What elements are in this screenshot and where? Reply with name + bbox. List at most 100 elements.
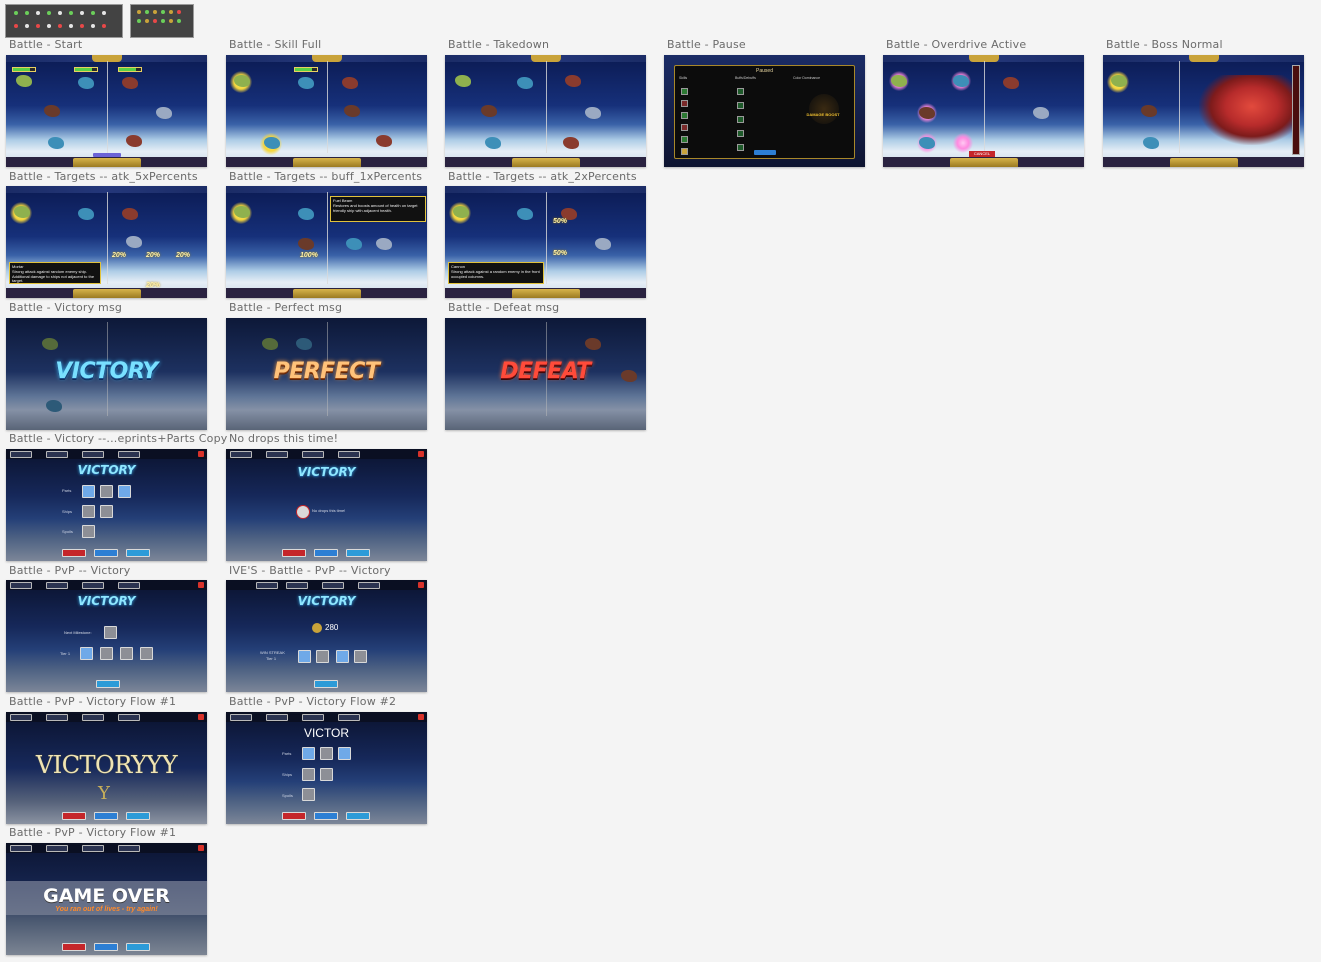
skill-bar[interactable] (511, 289, 580, 298)
reward-slot[interactable] (320, 768, 333, 781)
reward-slot[interactable] (302, 788, 315, 801)
close-icon[interactable] (198, 714, 204, 720)
skill-bar[interactable] (72, 289, 141, 298)
skill-bar[interactable] (292, 158, 361, 167)
target-percent: 20% (146, 252, 161, 259)
ship-sprite (485, 137, 501, 149)
dominance-column-header: Color Dominance (793, 76, 821, 80)
frame-ives-pvp-victory[interactable]: VICTORY 280 WIN STREAK Tier 1 (226, 580, 427, 692)
reward-slot[interactable] (82, 525, 95, 538)
frame-defeat-msg[interactable]: DEFEAT (445, 318, 646, 430)
reward-slot[interactable] (302, 747, 315, 760)
close-icon[interactable] (198, 451, 204, 457)
tier-slot[interactable] (354, 650, 367, 663)
skill-bar[interactable] (292, 289, 361, 298)
reward-slot[interactable] (82, 485, 95, 498)
close-icon[interactable] (418, 582, 424, 588)
icon-sheet-thumbnail[interactable] (5, 4, 123, 38)
enhance-ships-button[interactable] (314, 549, 338, 557)
ship-sprite (78, 208, 94, 220)
ship-sprite (1111, 75, 1127, 87)
enhance-ships-button[interactable] (314, 812, 338, 820)
frame-pvp-flow-1[interactable]: VICTORYYY Y (6, 712, 207, 824)
close-icon[interactable] (198, 845, 204, 851)
continue-button[interactable] (126, 943, 150, 951)
reward-slot[interactable] (100, 505, 113, 518)
reward-slot[interactable] (320, 747, 333, 760)
ship-sprite (1141, 105, 1157, 117)
continue-button[interactable] (346, 812, 370, 820)
ship-sprite (891, 75, 907, 87)
frame-targets-atk2x[interactable]: 50% 50% Cannon Strong attack against a r… (445, 186, 646, 298)
milestone-slot[interactable] (104, 626, 117, 639)
skill-bar[interactable] (72, 158, 141, 167)
status-icon (169, 10, 173, 14)
exit-to-map-button[interactable] (282, 812, 306, 820)
skill-bar[interactable] (949, 158, 1018, 167)
status-icon-thumbnail[interactable] (130, 4, 194, 38)
frame-targets-atk5x[interactable]: 20% 20% 20% 20% Mortar Strong attack aga… (6, 186, 207, 298)
skill-bar[interactable] (511, 158, 580, 167)
frame-perfect-msg[interactable]: PERFECT (226, 318, 427, 430)
frame-targets-buff1x[interactable]: 100% Fuel Beam Restores and boosts amoun… (226, 186, 427, 298)
reward-slot[interactable] (82, 505, 95, 518)
status-icon (145, 10, 149, 14)
continue-button[interactable] (314, 680, 338, 688)
frame-battle-start[interactable] (6, 55, 207, 167)
frame-battle-pause[interactable]: Paused Skills Buffs/Debuffs Color Domina… (664, 55, 865, 167)
takedown-banner (1188, 55, 1219, 62)
frame-battle-overdrive[interactable]: CANCEL (883, 55, 1084, 167)
ship-sprite (126, 236, 142, 248)
damage-boost-label: DAMAGE BOOST (806, 112, 840, 117)
frame-pvp-flow-2[interactable]: VICTOR Parts Ships Spoils (226, 712, 427, 824)
enhance-ships-button[interactable] (94, 943, 118, 951)
health-bar (118, 67, 142, 72)
continue-button[interactable] (96, 680, 120, 688)
close-icon[interactable] (198, 582, 204, 588)
ship-sprite (376, 135, 392, 147)
frame-game-over[interactable]: GAME OVER You ran out of lives - try aga… (6, 843, 207, 955)
frame-victory-rewards[interactable]: VICTORY Parts Ships Spoils (6, 449, 207, 561)
enhance-ships-button[interactable] (94, 812, 118, 820)
reward-slot[interactable] (100, 485, 113, 498)
skill-icon (69, 24, 73, 28)
resume-button[interactable] (753, 150, 776, 155)
exit-to-map-button[interactable] (62, 812, 86, 820)
ship-sprite (296, 338, 312, 350)
continue-button[interactable] (126, 812, 150, 820)
frame-battle-takedown[interactable] (445, 55, 646, 167)
health-bar (74, 67, 98, 72)
frame-battle-skill-full[interactable] (226, 55, 427, 167)
tier-slot[interactable] (316, 650, 329, 663)
tier-slot[interactable] (100, 647, 113, 660)
tier-slot[interactable] (80, 647, 93, 660)
frame-battle-boss[interactable] (1103, 55, 1304, 167)
frame-label: Battle - Perfect msg (229, 301, 343, 314)
tier-slot[interactable] (298, 650, 311, 663)
continue-button[interactable] (126, 549, 150, 557)
status-icon (153, 10, 157, 14)
center-divider (545, 192, 547, 284)
frame-victory-msg[interactable]: VICTORY (6, 318, 207, 430)
reward-slot[interactable] (118, 485, 131, 498)
reward-slot[interactable] (338, 747, 351, 760)
frame-pvp-victory[interactable]: VICTORY Next Milestone: Tier 1 (6, 580, 207, 692)
exit-to-map-button[interactable] (62, 943, 86, 951)
exit-to-map-button[interactable] (62, 549, 86, 557)
tier-slot[interactable] (336, 650, 349, 663)
close-icon[interactable] (418, 714, 424, 720)
ship-sprite (16, 75, 32, 87)
skill-icon (47, 11, 51, 15)
continue-button[interactable] (346, 549, 370, 557)
enhance-ships-button[interactable] (94, 549, 118, 557)
victory-animated-title: VICTORYYY (35, 751, 178, 779)
tier-slot[interactable] (140, 647, 153, 660)
reward-slot[interactable] (302, 768, 315, 781)
currency-hud (226, 580, 427, 590)
skill-icon (69, 11, 73, 15)
frame-no-drops[interactable]: VICTORY No drops this time! (226, 449, 427, 561)
tier-slot[interactable] (120, 647, 133, 660)
exit-to-map-button[interactable] (282, 549, 306, 557)
skill-bar[interactable] (1169, 158, 1238, 167)
close-icon[interactable] (418, 451, 424, 457)
